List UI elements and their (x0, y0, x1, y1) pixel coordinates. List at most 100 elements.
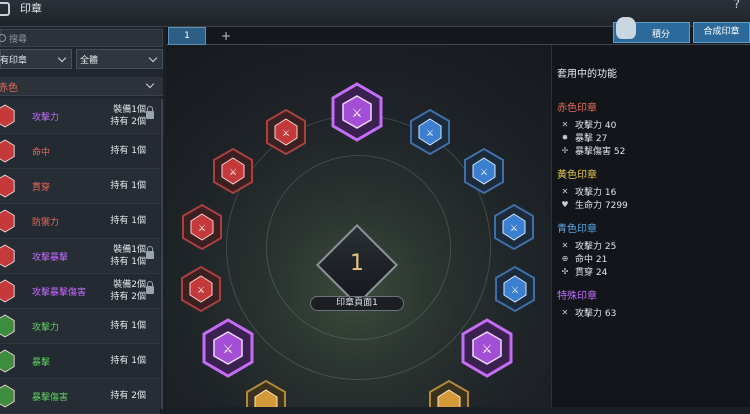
owned-count: 持有 1個 (110, 181, 146, 191)
svg-text:⚔: ⚔ (282, 129, 290, 139)
seal-list-item[interactable]: 攻擊暴擊 裝備1個 持有 1個 (0, 239, 160, 274)
category-label: 赤色 (0, 82, 18, 94)
seal-icon (0, 314, 15, 338)
seal-slot-red[interactable]: ⚔ (213, 147, 253, 195)
character-icon (616, 17, 636, 39)
effect-stat-text: 貫穿 24 (575, 268, 608, 278)
seal-name: 暴擊傷害 (32, 393, 69, 403)
lock-icon[interactable] (146, 281, 154, 294)
seal-slot-blue[interactable]: ⚔ (410, 108, 450, 156)
seal-app-icon (0, 2, 10, 16)
effect-stat-text: 生命力 7299 (575, 201, 628, 211)
effect-group-title: 赤色印章 (557, 103, 597, 114)
search-input[interactable]: 搜尋 (0, 29, 163, 47)
score-button[interactable]: 積分 (613, 17, 690, 43)
seal-count: 裝備1個持有 2個 (100, 104, 146, 128)
target-icon: ⊕ (561, 253, 569, 263)
seal-icon (0, 384, 15, 408)
seal-list-item[interactable]: 攻擊力 持有 1個 (0, 309, 160, 344)
seal-icon (0, 174, 15, 198)
seal-count: 裝備1個持有 1個 (100, 244, 146, 268)
help-button[interactable]: ? (734, 0, 740, 11)
owned-filter-dropdown[interactable]: 有印章 (0, 49, 72, 69)
burst-icon: ✸ (561, 132, 569, 142)
seal-slot-blue[interactable]: ⚔ (494, 203, 534, 251)
seal-icon (0, 349, 15, 373)
effect-stat: ⊕ 命中 21 (561, 252, 608, 265)
swords-icon: ✕ (561, 119, 569, 129)
seal-list-panel: 搜尋 有印章 全體 赤色 攻擊力 裝備1個 持有 2個 命中 持有 1個 貫穿 持有 1個防… (0, 27, 163, 414)
tab-page-1[interactable]: 1 (168, 27, 206, 45)
seal-slot-yellow[interactable] (429, 379, 469, 407)
svg-text:⚔: ⚔ (480, 168, 488, 178)
seal-count: 持有 2個 (100, 390, 146, 402)
seal-slot-special[interactable]: ⚔ (461, 318, 513, 378)
heart-icon: ♥ (561, 199, 569, 209)
seal-list-item[interactable]: 防禦力 持有 1個 (0, 204, 160, 239)
seal-slot-blue[interactable]: ⚔ (495, 265, 535, 313)
lock-icon[interactable] (146, 106, 154, 119)
seal-name: 攻擊力 (32, 323, 60, 333)
effect-stat: ✣ 貫穿 24 (561, 265, 608, 278)
seal-name: 攻擊暴擊傷害 (32, 288, 87, 298)
seal-slot-red[interactable]: ⚔ (181, 265, 221, 313)
owned-count: 持有 1個 (110, 257, 146, 267)
seal-count: 裝備2個 持有 2個 (100, 279, 146, 303)
swords-icon: ✕ (561, 307, 569, 317)
seal-list-item[interactable]: 命中 持有 1個 (0, 134, 160, 169)
svg-text:⚔: ⚔ (223, 342, 234, 356)
effect-stat: ✕ 攻擊力 40 (561, 118, 617, 131)
add-tab-button[interactable]: + (221, 27, 231, 45)
effect-stat-text: 命中 21 (575, 255, 608, 265)
effect-stat-text: 暴擊 27 (575, 134, 608, 144)
seal-slot-yellow[interactable] (246, 379, 286, 407)
effect-group-title: 青色印章 (557, 224, 597, 235)
chevron-down-icon (145, 79, 155, 89)
owned-count: 持有 2個 (110, 117, 146, 127)
scrollbar[interactable] (161, 99, 163, 409)
seal-slot-special[interactable]: ⚔ (202, 318, 254, 378)
seal-list-item[interactable]: 貫穿 持有 1個 (0, 169, 160, 204)
chevron-down-icon (148, 53, 158, 63)
seal-name: 暴擊 (32, 358, 51, 368)
category-header-red[interactable]: 赤色 (0, 77, 163, 96)
effect-stat: ✕ 攻擊力 25 (561, 239, 617, 252)
seal-list-item[interactable]: 暴擊 持有 1個 (0, 344, 160, 379)
effect-stat-text: 攻擊力 16 (575, 188, 617, 198)
search-placeholder: 搜尋 (9, 34, 28, 45)
seal-count: 持有 1個 (100, 180, 146, 192)
owned-count: 持有 2個 (110, 292, 146, 302)
owned-filter-value: 有印章 (0, 55, 28, 66)
svg-text:⚔: ⚔ (426, 129, 434, 139)
effect-stat-text: 暴擊傷害 52 (575, 147, 626, 157)
effect-stat-text: 攻擊力 25 (575, 242, 617, 252)
seal-name: 攻擊力 (32, 113, 60, 123)
merge-seal-button[interactable]: 合成印章 (693, 22, 750, 43)
effect-stat-text: 攻擊力 63 (575, 309, 617, 319)
swords-icon: ✕ (561, 186, 569, 196)
seal-page-number: 1 (350, 251, 364, 276)
seal-list-item[interactable]: 攻擊力 裝備1個持有 2個 (0, 99, 160, 134)
seal-slot-red[interactable]: ⚔ (266, 108, 306, 156)
equipped-count: 裝備1個 (113, 105, 146, 115)
burst-damage-icon: ✢ (561, 145, 569, 155)
seal-slot-special[interactable]: ⚔ (331, 82, 383, 142)
seal-icon (0, 209, 15, 233)
seal-list: 攻擊力 裝備1個 持有 2個 命中 持有 1個 貫穿 持有 1個 防禦力 持有 1個 攻擊暴擊 裝備… (0, 99, 160, 414)
effect-stat: ✢ 暴擊傷害 52 (561, 144, 626, 157)
seal-slot-blue[interactable]: ⚔ (464, 147, 504, 195)
svg-text:⚔: ⚔ (198, 224, 206, 234)
equipped-count: 裝備1個 (113, 245, 146, 255)
lock-icon[interactable] (146, 246, 154, 259)
svg-text:⚔: ⚔ (352, 106, 363, 120)
grade-filter-dropdown[interactable]: 全體 (76, 49, 163, 69)
seal-icon (0, 279, 15, 303)
seal-list-item[interactable]: 攻擊暴擊傷害 裝備2個 持有 2個 (0, 274, 160, 309)
swords-icon: ✕ (561, 240, 569, 250)
pierce-icon: ✣ (561, 266, 569, 276)
seal-list-item[interactable]: 暴擊傷害 持有 2個 (0, 379, 160, 414)
seal-icon (0, 104, 15, 128)
seal-slot-red[interactable]: ⚔ (182, 203, 222, 251)
seal-count: 持有 1個 (100, 320, 146, 332)
effect-stat: ✕ 攻擊力 63 (561, 306, 617, 319)
